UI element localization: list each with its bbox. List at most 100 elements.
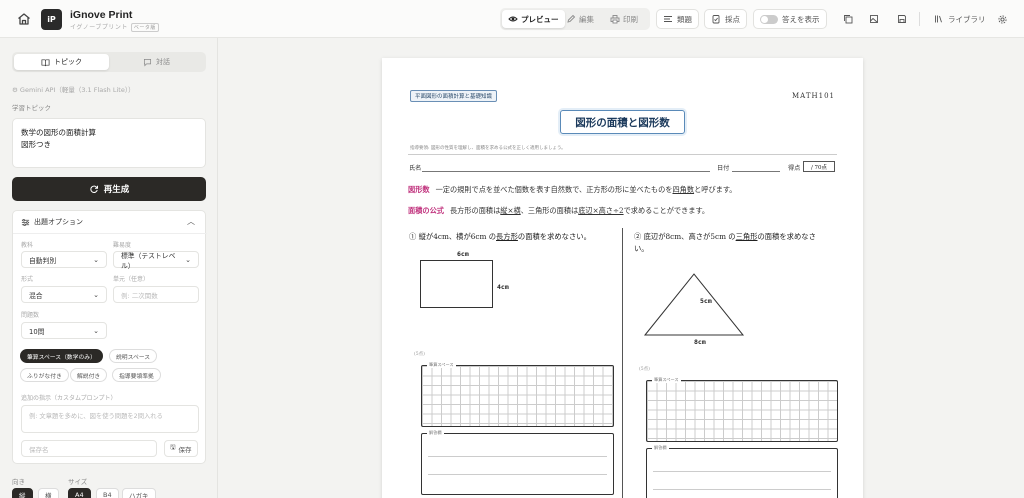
score-box: / 70点 [803,161,835,172]
count-value: 10問 [29,327,45,336]
question-text: い。 [634,244,649,253]
size-postcard[interactable]: ハガキ [122,488,156,498]
options-divider [13,233,207,234]
grading-button[interactable]: 採点 [704,9,747,29]
rectangle-figure [420,260,493,308]
term-text: と呼びます。 [694,185,737,194]
app-subtitle: イグノーブプリント ベータ版 [70,22,159,32]
term-area-formula: 面積の公式 長方形の面積は縦×横、三角形の面積は底辺×高さ÷2で求めることができま… [408,206,709,216]
date-line [732,171,780,172]
answer-line [653,489,831,490]
extra-prompt-input[interactable]: 例: 文章題を多めに、図を使う問題を2問入れる [21,405,199,433]
sidebar-tabs: トピック 対話 [12,52,206,72]
subject-label: 教科 [21,242,34,249]
chevron-down-icon: ⌄ [93,326,99,335]
worksheet-tag: 平面図形の面積計算と基礎知識 [410,90,498,102]
tab-edit[interactable]: 編集 [560,10,600,28]
count-select[interactable]: 10問 ⌄ [21,322,107,339]
topic-label: 学習トピック [12,104,51,112]
tab-print[interactable]: 印刷 [604,10,644,28]
show-answers-toggle[interactable]: 答えを表示 [753,9,827,29]
chat-bubble-icon [143,58,152,67]
home-icon[interactable] [16,11,32,27]
show-answers-label: 答えを表示 [782,14,820,24]
tab-edit-label: 編集 [579,14,594,24]
options-panel: 出題オプション ︿ 教科 自動判別 ⌄ 難易度 標準（テストレベル） ⌄ 形式 混合… [12,210,207,464]
list-icon [664,16,672,22]
topic-input[interactable]: 数学の図形の面積計算 図形つき [12,118,206,168]
toggle-switch[interactable] [760,14,778,24]
unit-input[interactable]: 例: 二次関数 [113,286,199,303]
chip-explain-space[interactable]: 説明スペース [109,349,158,363]
save-preset-button[interactable]: 🖫 保存 [164,440,198,457]
work-space-1[interactable]: 筆算スペース [421,362,614,427]
chevron-down-icon: ⌄ [93,290,99,299]
question-2: ② 底辺が8cm、高さが5cm の三角形の面積を求めなさ い。 [634,231,844,255]
chevron-down-icon: ⌄ [185,255,191,264]
size-label: サイズ [68,478,88,486]
save-name-input[interactable]: 保存名 [21,440,157,457]
similar-problems-label: 類題 [677,14,692,24]
tab-preview[interactable]: プレビュー [502,10,565,28]
points-label: (5点) [639,367,650,372]
chip-curriculum[interactable]: 指導要領準拠 [112,368,161,382]
column-divider [622,228,623,498]
answer-line [428,474,607,475]
subject-select[interactable]: 自動判別 ⌄ [21,251,107,268]
format-select[interactable]: 混合 ⌄ [21,286,107,303]
copy-icon[interactable] [840,11,856,27]
instruction-text: 指導要領: 図形の性質を理解し、面積を求める公式を正しく適用しましょう。 [410,146,566,151]
term-key: 図形数 [408,185,430,194]
chip-calc-space[interactable]: 筆算スペース（数学のみ） [20,349,103,363]
chevron-down-icon: ⌄ [93,255,99,264]
difficulty-select[interactable]: 標準（テストレベル） ⌄ [113,251,199,270]
refresh-icon [90,185,98,193]
unit-label: 単元（任意） [113,276,150,283]
instruction-rule [408,154,837,155]
answer-label: 解答欄 [427,430,444,436]
score-label: 得点 [788,165,801,172]
difficulty-value: 標準（テストレベル） [121,251,176,270]
term-highlight: 底辺×高さ÷2 [578,206,624,215]
image-export-icon[interactable] [866,11,882,27]
work-space-2[interactable]: 筆算スペース [646,377,838,442]
regenerate-button[interactable]: 再生成 [12,177,206,201]
save-icon[interactable] [894,11,910,27]
format-value: 混合 [29,291,43,300]
work-space-label: 筆算スペース [427,362,456,368]
answer-box-2[interactable]: 解答欄 [646,445,838,498]
tab-topic[interactable]: トピック [14,54,109,70]
sliders-icon [21,218,30,226]
chip-furigana[interactable]: ふりがな付き [20,368,69,382]
question-text: の面積を求めなさい。 [517,232,591,241]
term-text: 長方形の面積は [449,206,501,215]
tab-chat[interactable]: 対話 [109,54,204,70]
app-version-badge: ベータ版 [130,23,159,32]
answer-line [428,456,607,457]
term-figure-number: 図形数 一定の規則で点を並べた個数を表す自然数で、正方形の形に並べたものを四角数と… [408,185,736,195]
library-label: ライブラリ [948,14,986,24]
question-text: ② 底辺が8cm、高さが5cm の [634,232,736,241]
eye-icon [508,16,518,22]
answer-box-1[interactable]: 解答欄 [421,430,614,495]
options-header[interactable]: 出題オプション [21,217,83,227]
chip-explanation[interactable]: 解説付き [70,368,108,382]
clipboard-check-icon [712,15,720,24]
topic-line: 数学の図形の面積計算 [21,128,96,137]
library-button[interactable]: ライブラリ [928,9,992,29]
answer-line [653,471,831,472]
app-logo: iP [41,9,62,30]
size-a4[interactable]: A4 [68,488,91,498]
orientation-portrait[interactable]: 縦 [12,488,33,498]
size-b4[interactable]: B4 [96,488,119,498]
gear-icon[interactable] [994,11,1010,27]
term-text: 一定の規則で点を並べた個数を表す自然数で、正方形の形に並べたものを [435,185,673,194]
printer-icon [610,15,620,24]
rect-width-label: 6cm [457,250,469,258]
orientation-label: 向き [12,478,25,486]
chevron-up-icon[interactable]: ︿ [187,216,195,227]
orientation-landscape[interactable]: 横 [38,488,59,498]
similar-problems-button[interactable]: 類題 [656,9,699,29]
extra-label: 追加の指示（カスタムプロンプト） [21,395,117,402]
name-label: 氏名 [409,165,422,172]
